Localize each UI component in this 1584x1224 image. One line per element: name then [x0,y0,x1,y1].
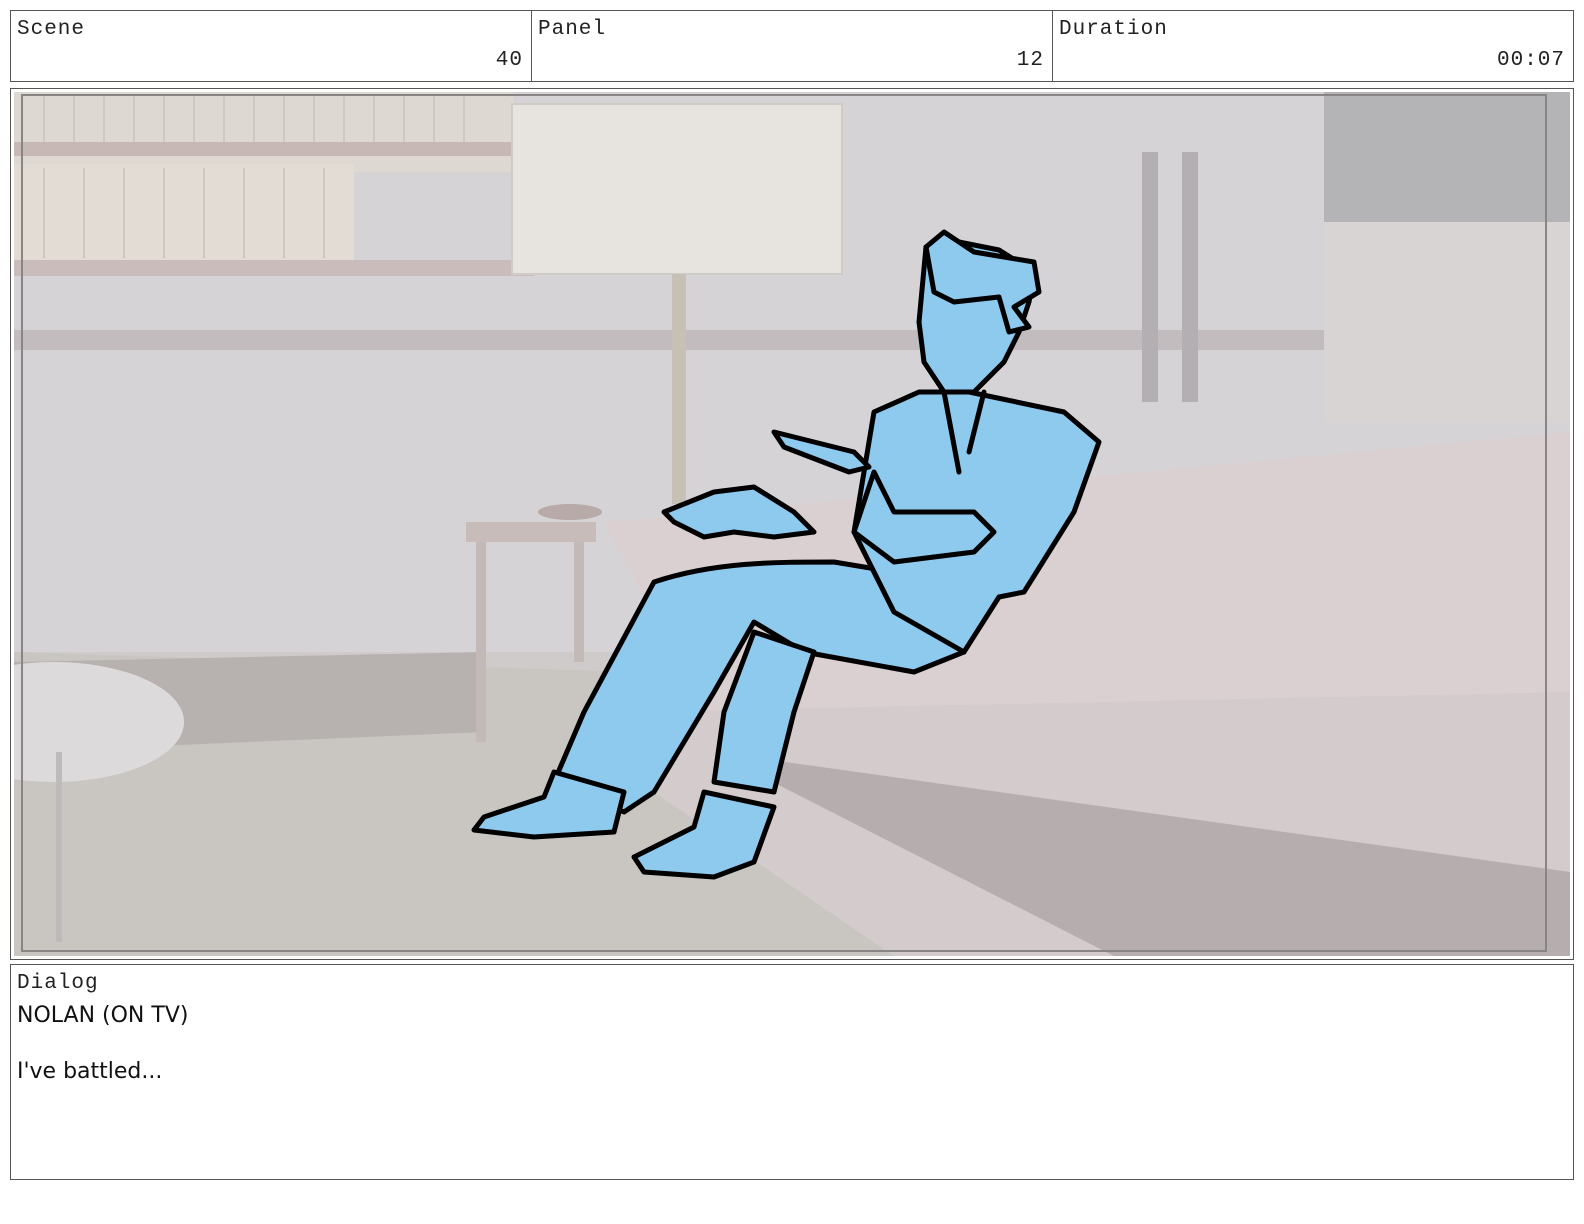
shelf-board [14,142,514,156]
panel-field: Panel 12 [532,11,1053,81]
dialog-line: I've battled... [17,1059,163,1084]
duration-field: Duration 00:07 [1053,11,1573,81]
duration-label: Duration [1059,18,1168,41]
panel-header: Scene 40 Panel 12 Duration 00:07 [10,10,1574,82]
side-table-leg [476,542,486,742]
dialog-box: Dialog NOLAN (ON TV) I've battled... [10,964,1574,1180]
door-handle-right [1182,152,1198,402]
scene-value: 40 [495,49,523,72]
side-table-top [466,522,596,542]
lamp-pole [672,274,686,504]
shelf-board-lower [14,260,534,276]
scene-field: Scene 40 [11,11,532,81]
kitchen-counter [1324,222,1570,422]
bookshelf-middle [14,164,354,264]
panel-label: Panel [538,18,607,41]
storyboard-illustration [14,92,1570,956]
lamp-shade [511,103,843,275]
dialog-label: Dialog [17,972,99,995]
panel-value: 12 [1016,49,1044,72]
bowl [538,504,602,520]
storyboard-frame [10,88,1574,960]
upper-cabinet [1324,92,1570,222]
side-table-leg [574,542,584,662]
dialog-speaker: NOLAN (ON TV) [17,1003,189,1028]
bookshelf-top [14,92,514,172]
door-handle-left [1142,152,1158,402]
round-table-leg [56,752,62,942]
duration-value: 00:07 [1496,49,1565,72]
scene-label: Scene [17,18,86,41]
